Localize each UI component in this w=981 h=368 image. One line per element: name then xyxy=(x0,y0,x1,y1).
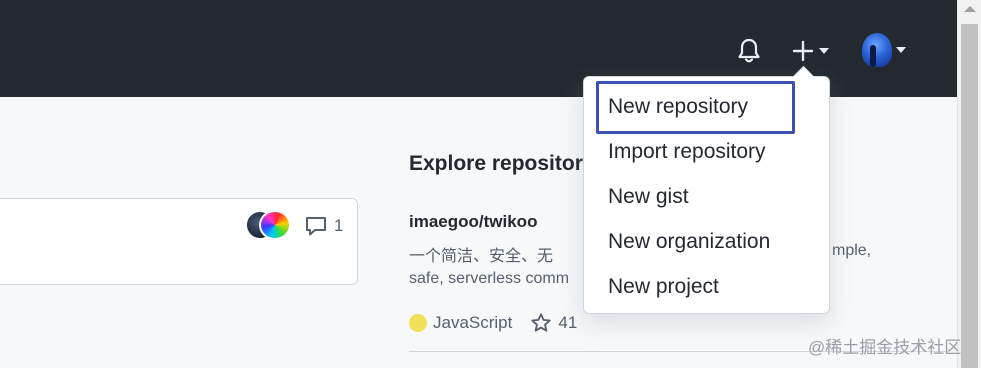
watermark: @稀土掘金技术社区 xyxy=(808,338,962,357)
comment-count-value: 1 xyxy=(334,216,344,235)
scroll-thumb[interactable] xyxy=(961,24,978,368)
star-count-value: 41 xyxy=(558,313,578,332)
star-icon xyxy=(531,313,551,332)
create-dropdown-menu: New repository Import repository New gis… xyxy=(583,76,830,314)
notifications-button[interactable] xyxy=(736,36,762,66)
comment-count[interactable]: 1 xyxy=(304,214,343,238)
create-new-button[interactable] xyxy=(787,36,833,66)
repo-description: 一个简洁、安全、无 xyxy=(409,248,554,265)
avatar xyxy=(259,210,291,240)
comment-icon xyxy=(306,217,326,236)
menu-item-new-project[interactable]: New project xyxy=(608,275,719,299)
menu-item-new-gist[interactable]: New gist xyxy=(608,185,689,209)
plus-icon xyxy=(792,40,814,62)
chevron-down-icon xyxy=(819,48,829,54)
menu-item-new-organization[interactable]: New organization xyxy=(608,230,770,254)
repo-language: JavaScript xyxy=(433,313,513,332)
vertical-scrollbar[interactable] xyxy=(957,0,981,368)
repo-description-tail: mple, xyxy=(832,242,872,259)
menu-item-new-repository[interactable]: New repository xyxy=(608,95,748,119)
menu-item-import-repository[interactable]: Import repository xyxy=(608,140,766,164)
feed-card xyxy=(0,198,358,285)
repo-link[interactable]: imaegoo/twikoo xyxy=(409,212,537,232)
star-count[interactable]: 41 xyxy=(530,312,577,334)
language-color-dot xyxy=(409,314,427,332)
chevron-down-icon xyxy=(896,47,906,53)
avatar xyxy=(862,33,892,67)
user-menu-button[interactable] xyxy=(856,30,912,70)
scroll-up-arrow-icon[interactable] xyxy=(964,6,976,12)
explore-heading: Explore repositor xyxy=(409,152,583,175)
participant-avatars xyxy=(245,210,295,242)
repo-meta: JavaScript 41 xyxy=(409,312,577,334)
bell-icon xyxy=(738,38,760,63)
repo-description-line2: safe, serverless comm xyxy=(409,270,570,287)
